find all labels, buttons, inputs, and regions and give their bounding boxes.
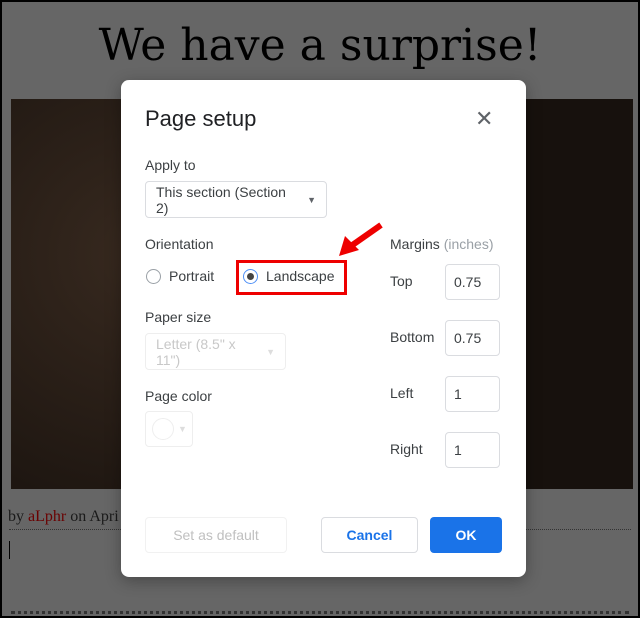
apply-to-value: This section (Section 2) [156, 183, 286, 216]
paper-size-label: Paper size [145, 309, 212, 325]
apply-to-select[interactable]: This section (Section 2) ▼ [145, 181, 327, 218]
portrait-label: Portrait [169, 268, 215, 284]
page-break [11, 611, 629, 614]
author-link[interactable]: aLphr [28, 508, 66, 525]
highlight-box [236, 260, 347, 295]
page-setup-dialog: Page setup ✕ Apply to This section (Sect… [121, 80, 526, 577]
close-icon[interactable]: ✕ [475, 106, 493, 132]
dialog-title: Page setup [145, 106, 257, 131]
bottom-margin-input[interactable]: 0.75 [445, 320, 500, 356]
top-margin-input[interactable]: 0.75 [445, 264, 500, 300]
chevron-down-icon: ▼ [307, 194, 316, 205]
apply-to-label: Apply to [145, 157, 196, 173]
right-margin-input[interactable]: 1 [445, 432, 500, 468]
byline-suffix: on Apri [66, 508, 119, 525]
cancel-button[interactable]: Cancel [321, 517, 418, 553]
byline-prefix: by [8, 508, 28, 525]
portrait-radio[interactable]: Portrait [146, 268, 214, 284]
left-margin-input[interactable]: 1 [445, 376, 500, 412]
right-label: Right [390, 441, 423, 457]
paper-size-value: Letter (8.5" x 11") [156, 335, 236, 368]
document-title: We have a surprise! [98, 20, 542, 71]
red-arrow-icon [339, 222, 383, 256]
chevron-down-icon: ▼ [266, 346, 275, 357]
margins-unit: (inches) [443, 236, 494, 252]
orientation-label: Orientation [145, 236, 214, 252]
margins-label: Margins (inches) [390, 236, 493, 252]
paper-size-select: Letter (8.5" x 11") ▼ [145, 333, 286, 370]
page-color-label: Page color [145, 388, 212, 404]
radio-icon [146, 268, 161, 284]
text-cursor [9, 541, 10, 559]
left-label: Left [390, 385, 414, 401]
set-as-default-button: Set as default [145, 517, 287, 553]
margins-title: Margins [390, 236, 440, 252]
byline: by aLphr on Apri [8, 508, 119, 526]
top-label: Top [390, 273, 413, 289]
page-color-picker: ▼ [145, 411, 193, 447]
ok-button[interactable]: OK [430, 517, 502, 553]
chevron-down-icon: ▼ [178, 424, 187, 434]
color-swatch [152, 418, 174, 440]
bottom-label: Bottom [390, 329, 435, 345]
